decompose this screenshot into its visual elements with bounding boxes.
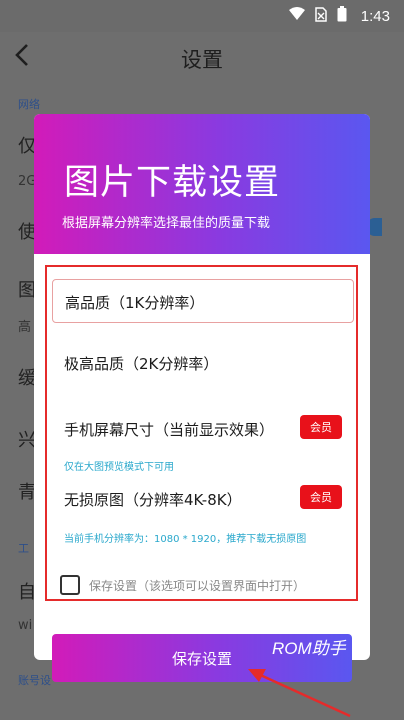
- status-bar: 1:43: [0, 0, 404, 32]
- image-download-settings-dialog: 图片下载设置 根据屏幕分辨率选择最佳的质量下载 高品质（1K分辨率） 极高品质（…: [34, 114, 370, 660]
- page-header: 设置: [0, 32, 404, 84]
- option-high-quality[interactable]: 高品质（1K分辨率）: [52, 279, 354, 323]
- option-label: 极高品质（2K分辨率）: [64, 355, 219, 373]
- section-tools: 工: [18, 542, 29, 555]
- battery-icon: [337, 6, 347, 26]
- dialog-header: 图片下载设置 根据屏幕分辨率选择最佳的质量下载: [34, 114, 370, 254]
- section-account: 账号设: [18, 674, 51, 687]
- watermark: ROM助手: [272, 639, 346, 658]
- dialog-subtitle: 根据屏幕分辨率选择最佳的质量下载: [62, 216, 271, 231]
- hint-screen-size: 仅在大图预览模式下可用: [64, 462, 174, 473]
- page-sub-2: 高: [18, 320, 32, 335]
- option-screen-size[interactable]: 手机屏幕尺寸（当前显示效果） 会员: [52, 407, 354, 451]
- save-setting-checkbox[interactable]: [60, 575, 80, 595]
- page-sub-3: wi: [18, 618, 33, 633]
- option-label: 手机屏幕尺寸（当前显示效果）: [64, 421, 275, 439]
- status-icons: 1:43: [288, 6, 390, 26]
- option-label: 高品质（1K分辨率）: [65, 294, 205, 312]
- option-lossless-original[interactable]: 无损原图（分辨率4K-8K） 会员: [52, 477, 354, 521]
- status-time: 1:43: [360, 7, 390, 25]
- wifi-icon: [288, 7, 305, 25]
- option-very-high-quality[interactable]: 极高品质（2K分辨率）: [52, 341, 354, 385]
- save-setting-row[interactable]: 保存设置（该选项可以设置界面中打开）: [60, 575, 305, 595]
- vip-badge: 会员: [300, 485, 342, 509]
- option-label: 无损原图（分辨率4K-8K）: [64, 491, 242, 509]
- section-network: 网络: [18, 98, 40, 111]
- dialog-title: 图片下载设置: [64, 163, 281, 203]
- hint-lossless: 当前手机分辨率为：1080 * 1920，推荐下载无损原图: [64, 534, 307, 545]
- options-highlight-box: 高品质（1K分辨率） 极高品质（2K分辨率） 手机屏幕尺寸（当前显示效果） 会员…: [45, 265, 358, 601]
- vip-badge: 会员: [300, 415, 342, 439]
- no-sim-icon: [315, 6, 327, 26]
- page-title: 设置: [181, 48, 223, 72]
- save-setting-label: 保存设置（该选项可以设置界面中打开）: [89, 578, 306, 593]
